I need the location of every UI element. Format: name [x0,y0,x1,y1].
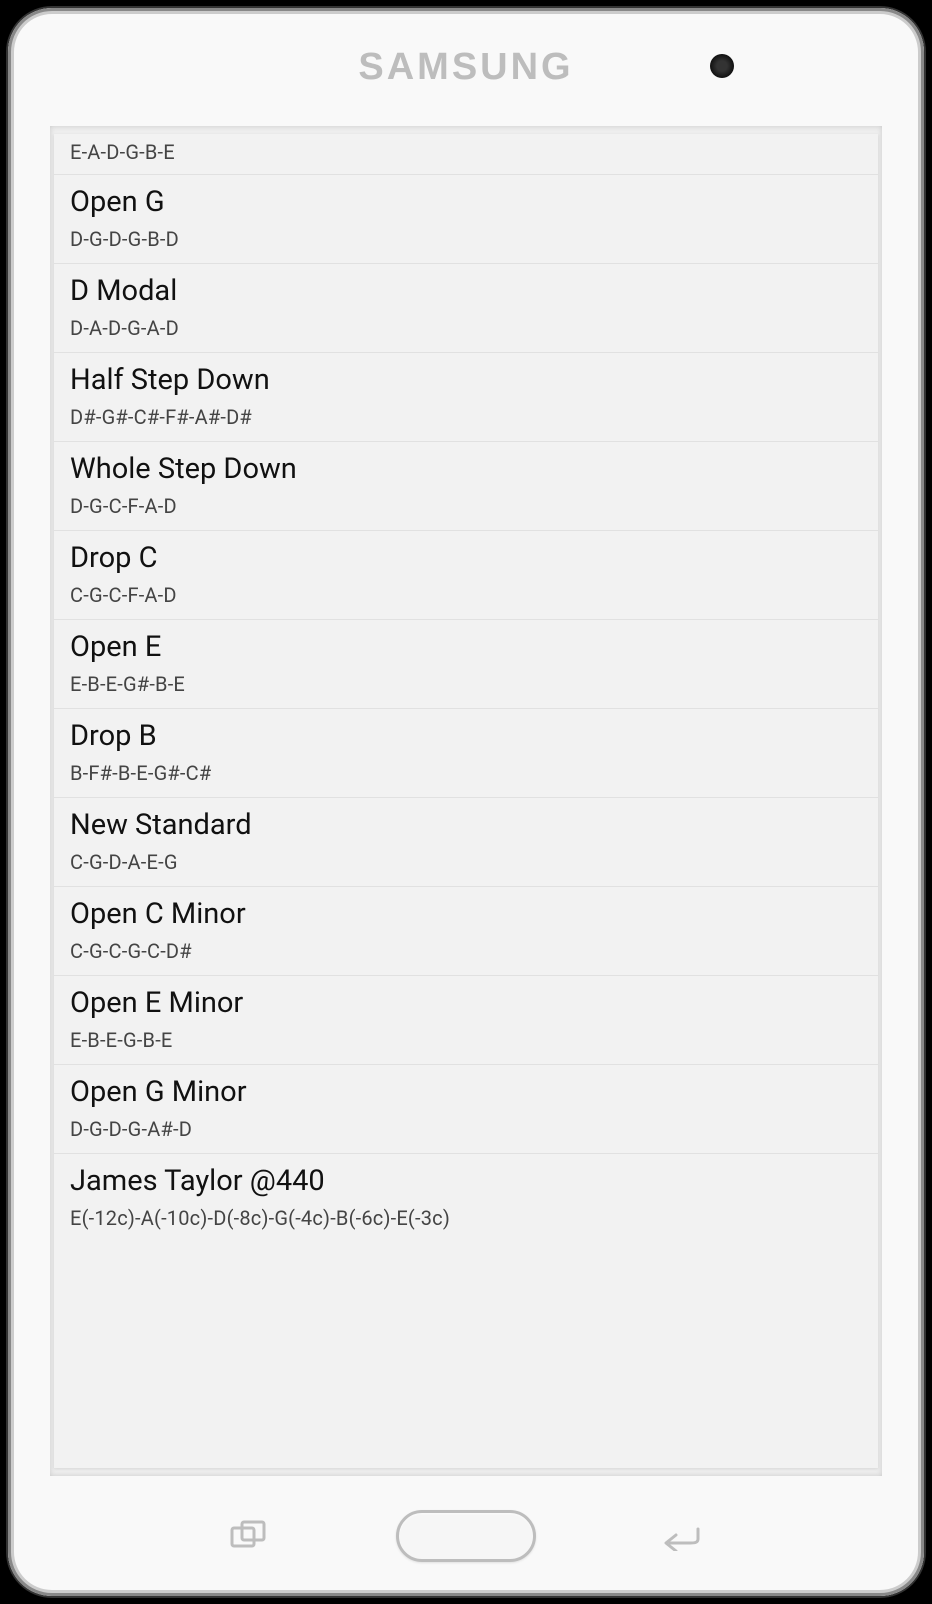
list-item[interactable]: Drop B B-F#-B-E-G#-C# [54,709,878,798]
list-item[interactable]: Drop C C-G-C-F-A-D [54,531,878,620]
tuning-name: D Modal [70,274,862,308]
tuning-notes: E(-12c)-A(-10c)-D(-8c)-G(-4c)-B(-6c)-E(-… [70,1206,862,1230]
tuning-name: Drop B [70,719,862,753]
tuning-notes: D-A-D-G-A-D [70,316,862,340]
list-item[interactable]: James Taylor @440 E(-12c)-A(-10c)-D(-8c)… [54,1154,878,1242]
tuning-notes: C-G-C-F-A-D [70,583,862,607]
list-item[interactable]: Open E Minor E-B-E-G-B-E [54,976,878,1065]
tuning-notes: E-A-D-G-B-E [70,140,862,164]
tuning-notes: D#-G#-C#-F#-A#-D# [70,405,862,429]
tuning-notes: C-G-D-A-E-G [70,850,862,874]
tuning-name: New Standard [70,808,862,842]
device-frame: SAMSUNG E-A-D-G-B-E Open G D-G-D-G-B-D D… [8,8,924,1596]
list-item[interactable]: Open C Minor C-G-C-G-C-D# [54,887,878,976]
brand-logo: SAMSUNG [358,46,573,89]
tuning-notes: D-G-D-G-B-D [70,227,862,251]
tuning-name: Open C Minor [70,897,862,931]
recent-apps-button[interactable] [224,1516,276,1556]
tuning-name: Open G Minor [70,1075,862,1109]
list-item[interactable]: Open G Minor D-G-D-G-A#-D [54,1065,878,1154]
list-item[interactable]: Half Step Down D#-G#-C#-F#-A#-D# [54,353,878,442]
tuning-name: Half Step Down [70,363,862,397]
back-button[interactable] [656,1516,708,1556]
tuning-name: Open E Minor [70,986,862,1020]
list-item-partial[interactable]: E-A-D-G-B-E [54,134,878,175]
tuning-notes: B-F#-B-E-G#-C# [70,761,862,785]
tuning-name: Open G [70,185,862,219]
tuning-list[interactable]: E-A-D-G-B-E Open G D-G-D-G-B-D D Modal D… [54,134,878,1242]
volume-down-button[interactable] [922,328,924,398]
tuning-notes: D-G-D-G-A#-D [70,1117,862,1141]
tuning-name: Drop C [70,541,862,575]
tuning-name: James Taylor @440 [70,1164,862,1198]
app-content: E-A-D-G-B-E Open G D-G-D-G-B-D D Modal D… [54,134,878,1468]
tuning-notes: E-B-E-G#-B-E [70,672,862,696]
volume-up-button[interactable] [922,208,924,278]
tuning-notes: D-G-C-F-A-D [70,494,862,518]
list-item[interactable]: Open G D-G-D-G-B-D [54,175,878,264]
list-item[interactable]: Whole Step Down D-G-C-F-A-D [54,442,878,531]
front-camera [710,54,734,78]
tuning-name: Open E [70,630,862,664]
list-item[interactable]: New Standard C-G-D-A-E-G [54,798,878,887]
home-button[interactable] [396,1510,536,1562]
screen: E-A-D-G-B-E Open G D-G-D-G-B-D D Modal D… [50,126,882,1476]
device-bezel-top: SAMSUNG [8,8,924,126]
tuning-name: Whole Step Down [70,452,862,486]
list-item[interactable]: D Modal D-A-D-G-A-D [54,264,878,353]
list-item[interactable]: Open E E-B-E-G#-B-E [54,620,878,709]
tuning-notes: E-B-E-G-B-E [70,1028,862,1052]
tuning-notes: C-G-C-G-C-D# [70,939,862,963]
device-bezel-bottom [8,1476,924,1596]
